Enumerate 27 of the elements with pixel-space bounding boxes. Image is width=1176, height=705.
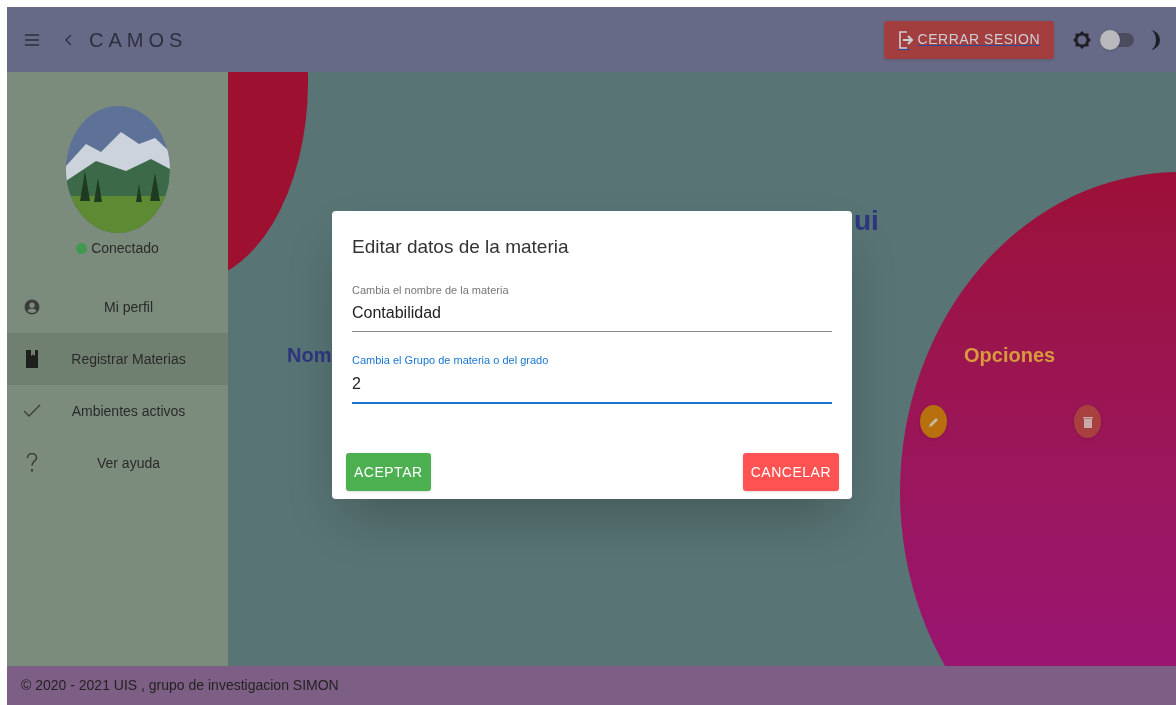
status-text: Conectado — [91, 239, 159, 258]
menu-icon[interactable] — [25, 33, 39, 46]
check-icon — [23, 404, 41, 418]
book-icon — [25, 350, 39, 368]
heading-fragment: ui — [854, 204, 879, 238]
dialog-title: Editar datos de la materia — [352, 235, 570, 259]
app-title: CAMOS — [89, 27, 188, 53]
copyright-text: © 2020 - 2021 UIS , grupo de investigacion SIMON — [21, 676, 339, 695]
column-header: Opciones — [964, 343, 1056, 368]
sun-icon — [1072, 29, 1092, 50]
sidebar-item[interactable]: Mi perfil — [7, 281, 228, 333]
pencil-icon — [927, 415, 940, 428]
sidebar-item[interactable]: Ambientes activos — [7, 385, 228, 437]
theme-switch[interactable] — [1100, 32, 1134, 47]
sidebar-item[interactable]: Registrar Materias — [7, 333, 228, 385]
column-header: Nom — [287, 343, 332, 368]
account-icon — [23, 298, 41, 316]
back-chevron-icon[interactable] — [65, 33, 73, 46]
accept-button[interactable]: ACEPTAR — [346, 453, 431, 491]
cancel-button[interactable]: CANCELAR — [742, 453, 839, 491]
text-field[interactable]: Cambia el nombre de la materia Contabilidad — [352, 281, 832, 332]
question-mark-icon — [26, 453, 38, 473]
trash-icon — [1082, 415, 1093, 428]
text-field[interactable]: Cambia el Grupo de materia o del grado 2 — [352, 352, 832, 404]
logout-icon — [897, 29, 916, 50]
logout-button[interactable]: CERRAR SESION — [883, 20, 1054, 59]
sidebar-item[interactable]: Ver ayuda — [7, 437, 228, 489]
